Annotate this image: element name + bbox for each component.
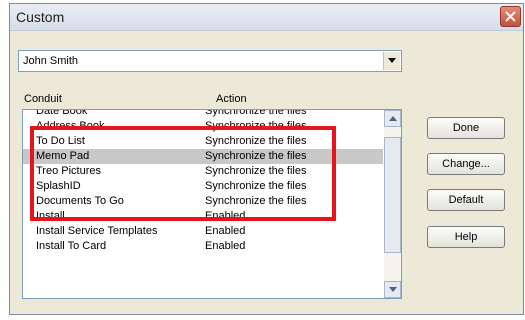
conduit-name: Date Book	[36, 109, 88, 117]
scrollbar-thumb[interactable]	[384, 137, 401, 253]
done-button[interactable]: Done	[427, 117, 505, 139]
dialog-title: Custom	[16, 9, 65, 25]
action-column-header: Action	[216, 93, 247, 105]
scroll-down-arrow-icon	[389, 287, 397, 292]
user-dropdown-value: John Smith	[23, 55, 79, 67]
conduit-action: Enabled	[205, 225, 246, 237]
conduit-action: Synchronize the files	[205, 109, 307, 117]
chevron-down-icon	[388, 58, 396, 63]
scroll-up-arrow-icon	[389, 116, 397, 121]
change-button[interactable]: Change...	[427, 153, 505, 175]
dropdown-button[interactable]	[383, 52, 400, 70]
help-button[interactable]: Help	[427, 226, 505, 248]
conduit-name: Install To Card	[36, 240, 107, 252]
list-row[interactable]: Install To Card Enabled	[23, 239, 383, 254]
list-row[interactable]: Install Service Templates Enabled	[23, 224, 383, 239]
conduit-name: Install Service Templates	[36, 225, 158, 237]
close-icon	[505, 11, 516, 22]
conduit-action: Enabled	[205, 240, 246, 252]
highlight-box	[30, 126, 336, 221]
scroll-down-button[interactable]	[384, 281, 401, 298]
scroll-up-button[interactable]	[384, 110, 401, 127]
title-bar: Custom	[10, 4, 523, 31]
default-button[interactable]: Default	[427, 189, 505, 211]
vertical-scrollbar[interactable]	[384, 110, 401, 298]
user-dropdown[interactable]: John Smith	[18, 50, 402, 72]
close-button[interactable]	[500, 6, 521, 27]
list-row[interactable]: Date Book Synchronize the files	[23, 109, 383, 119]
conduit-column-header: Conduit	[24, 93, 62, 105]
